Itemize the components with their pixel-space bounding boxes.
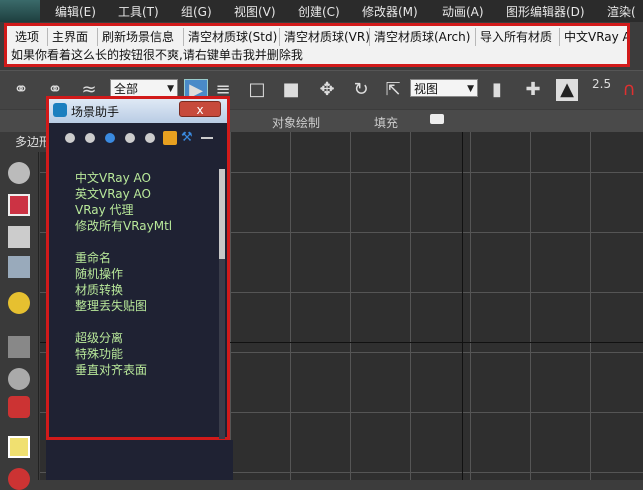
- grid-axis-vertical: [462, 132, 463, 480]
- list-item[interactable]: 整理丢失贴图: [75, 297, 147, 314]
- clear-material-vr-button[interactable]: 清空材质球(VR): [280, 28, 370, 46]
- render-setup-icon[interactable]: [8, 226, 30, 248]
- color-palette-icon[interactable]: [163, 131, 177, 145]
- dot-icon[interactable]: [65, 133, 75, 143]
- pivot-icon[interactable]: ▮: [486, 79, 508, 101]
- selection-filter-select[interactable]: 全部 ▼: [110, 79, 178, 97]
- window-crossing-icon[interactable]: ■: [280, 79, 302, 101]
- scale-icon[interactable]: ⇱: [382, 79, 404, 101]
- snap-toggle-icon[interactable]: ∩: [618, 79, 640, 101]
- chevron-down-icon: ▼: [467, 84, 474, 94]
- snap-value[interactable]: 2.5: [592, 77, 611, 91]
- menu-group[interactable]: 组(G): [181, 3, 212, 20]
- menu-edit[interactable]: 编辑(E): [55, 3, 96, 20]
- options-button[interactable]: 选项: [11, 28, 48, 46]
- dialog-scrollbar-thumb[interactable]: [219, 169, 225, 259]
- dialog-title: 场景助手: [71, 105, 120, 119]
- list-item[interactable]: 材质转换: [75, 281, 123, 298]
- dot-icon[interactable]: [125, 133, 135, 143]
- list-item[interactable]: 垂直对齐表面: [75, 361, 147, 378]
- menu-modifiers[interactable]: 修改器(M): [362, 3, 418, 20]
- app-logo-icon[interactable]: [0, 0, 40, 22]
- tab-object-paint[interactable]: 对象绘制: [272, 114, 320, 131]
- menu-render[interactable]: 渲染(: [607, 3, 636, 20]
- menu-tools[interactable]: 工具(T): [118, 3, 159, 20]
- light-icon[interactable]: [8, 292, 30, 314]
- wrench-icon[interactable]: ⚒: [181, 131, 195, 145]
- list-item[interactable]: 修改所有VRayMtl: [75, 217, 172, 234]
- record-icon[interactable]: [8, 468, 30, 490]
- rect-selection-icon[interactable]: □: [246, 79, 268, 101]
- clear-material-arch-button[interactable]: 清空材质球(Arch): [370, 28, 476, 46]
- dialog-function-list: 中文VRay AO 英文VRay AO VRay 代理 修改所有VRayMtl …: [49, 149, 223, 439]
- script-button-bar: 选项 主界面 刷新场景信息 清空材质球(Std) 清空材质球(VR) 清空材质球…: [4, 23, 630, 67]
- left-command-strip: [0, 152, 39, 490]
- list-item[interactable]: 超级分离: [75, 329, 123, 346]
- import-all-materials-button[interactable]: 导入所有材质: [476, 28, 560, 46]
- rotate-icon[interactable]: ↻: [350, 79, 372, 101]
- refresh-scene-info-button[interactable]: 刷新场景信息: [98, 28, 184, 46]
- scene-assistant-dialog: 场景助手 x ⚒ 中文VRay AO 英文VRay AO VRay 代理 修改所…: [46, 96, 230, 440]
- list-item[interactable]: 随机操作: [75, 265, 123, 282]
- dialog-title-bar[interactable]: 场景助手 x: [49, 99, 227, 123]
- list-item[interactable]: 特殊功能: [75, 345, 123, 362]
- list-item[interactable]: VRay 代理: [75, 201, 134, 218]
- list-item[interactable]: 英文VRay AO: [75, 185, 151, 202]
- list-item[interactable]: 重命名: [75, 249, 111, 266]
- main-ui-button[interactable]: 主界面: [48, 28, 98, 46]
- select-manipulate-icon[interactable]: ✚: [522, 79, 544, 101]
- helper-icon[interactable]: [8, 368, 30, 390]
- link-icon[interactable]: ⚭: [10, 79, 32, 101]
- menu-graph-editors[interactable]: 图形编辑器(D): [506, 3, 585, 20]
- dot-icon[interactable]: [85, 133, 95, 143]
- render-icon[interactable]: [8, 396, 30, 418]
- menu-animation[interactable]: 动画(A): [442, 3, 484, 20]
- tab-populate[interactable]: 填充: [374, 114, 398, 131]
- rendered-frame-icon[interactable]: [8, 256, 30, 278]
- camera-icon[interactable]: [8, 336, 30, 358]
- chinese-vray-ao-button[interactable]: 中文VRay AO: [560, 28, 627, 46]
- dialog-toolbar: ⚒: [55, 129, 221, 147]
- reference-coordinate-select[interactable]: 视图 ▼: [410, 79, 478, 97]
- material-editor-icon[interactable]: [8, 194, 30, 216]
- keyboard-shortcut-override-icon[interactable]: ▲: [556, 79, 578, 101]
- dialog-lower-panel: [46, 440, 233, 480]
- menu-create[interactable]: 创建(C): [298, 3, 340, 20]
- clear-material-std-button[interactable]: 清空材质球(Std): [184, 28, 280, 46]
- teapot-icon[interactable]: [8, 162, 30, 184]
- list-item[interactable]: 中文VRay AO: [75, 169, 151, 186]
- note-icon[interactable]: [8, 436, 30, 458]
- menu-view[interactable]: 视图(V): [234, 3, 276, 20]
- move-icon[interactable]: ✥: [316, 79, 338, 101]
- dot-active-icon[interactable]: [105, 133, 115, 143]
- delete-hint-text[interactable]: 如果你看着这么长的按钮很不爽,请右键单击我并删除我: [11, 46, 303, 64]
- dialog-logo-icon: [53, 103, 67, 117]
- dot-icon[interactable]: [145, 133, 155, 143]
- close-button[interactable]: x: [179, 101, 221, 117]
- menu-bar: 编辑(E) 工具(T) 组(G) 视图(V) 创建(C) 修改器(M) 动画(A…: [0, 0, 643, 22]
- ribbon-toggle-icon[interactable]: [430, 114, 444, 124]
- minimize-icon[interactable]: [201, 137, 213, 139]
